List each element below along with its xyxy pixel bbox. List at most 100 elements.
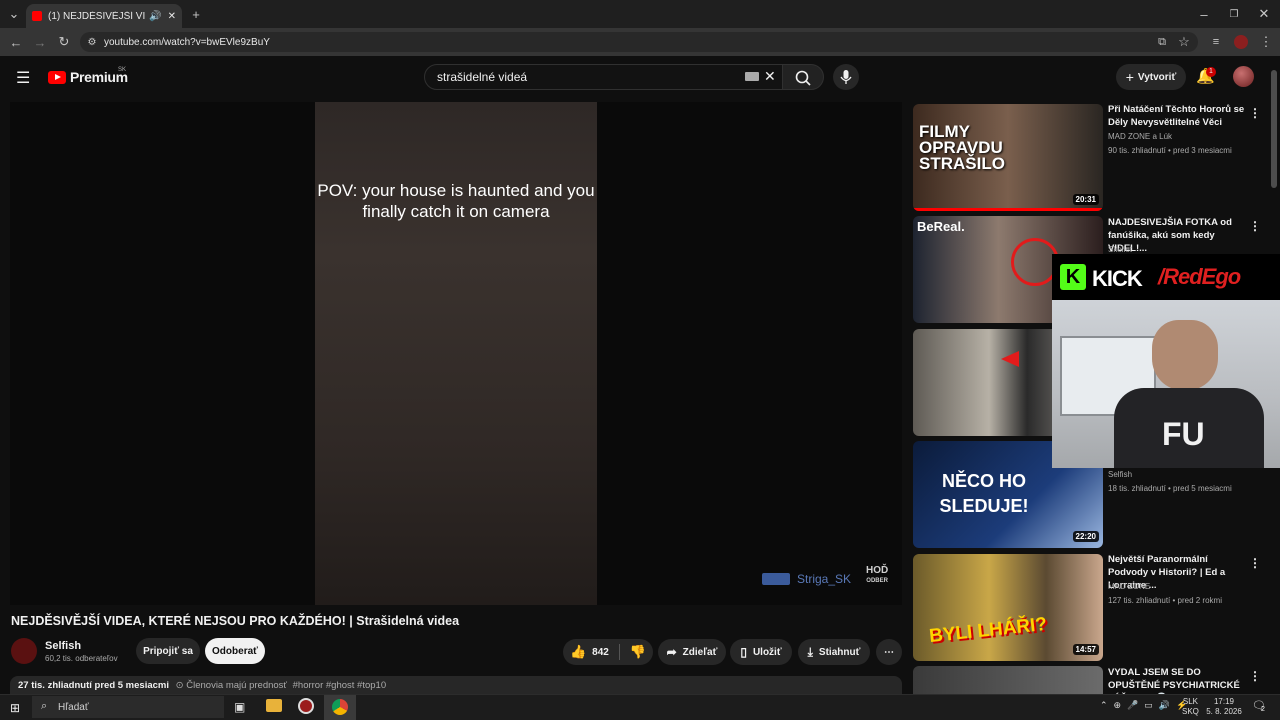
chrome-icon: [332, 699, 348, 715]
description-box[interactable]: 27 tis. zhliadnutí pred 5 mesiacmi ⊙ Čle…: [10, 676, 902, 696]
search-button[interactable]: [782, 64, 824, 90]
tab-title: (1) NEJDĚSIVĚJŠÍ VIDEA, KTE: [48, 10, 146, 22]
taskbar-search-placeholder: Hľadať: [58, 701, 89, 713]
media-control-icon[interactable]: ≡: [1206, 32, 1226, 52]
create-label: Vytvoriť: [1137, 71, 1177, 83]
rec-channel[interactable]: MAD ZONE: [1108, 582, 1150, 591]
rec-duration: 14:57: [1072, 644, 1099, 655]
shirt-text: FU: [1162, 416, 1205, 452]
rec-thumb-text: NĚCO HO SLEDUJE!: [939, 471, 1029, 516]
url-field[interactable]: youtube.com/watch?v=bwEVle9zBuY: [80, 32, 1198, 52]
rec-channel[interactable]: Skellet: [1108, 245, 1132, 254]
rec-channel[interactable]: MAD ZONE a Lúk: [1108, 132, 1172, 141]
app-icon[interactable]: [298, 698, 314, 714]
more-actions-button[interactable]: ⋯: [876, 639, 902, 665]
forward-arrow-icon[interactable]: →: [30, 32, 50, 52]
new-tab-button[interactable]: +: [186, 4, 206, 24]
restore-button[interactable]: ❐: [1224, 4, 1244, 24]
create-button[interactable]: + Vytvoriť: [1116, 64, 1186, 90]
members-first-label: Členovia majú prednosť: [186, 680, 287, 691]
taskbar-search-input[interactable]: Hľadať: [32, 696, 224, 718]
clock-date: 5. 8. 2026: [1206, 707, 1242, 716]
back-arrow-icon[interactable]: ←: [6, 32, 26, 52]
system-tray-icons[interactable]: ⌃⊕🎤▭🔊⚡: [1100, 700, 1193, 711]
browser-tab[interactable]: (1) NEJDĚSIVĚJŠÍ VIDEA, KTE 🔊 ✕: [26, 4, 182, 28]
site-info-icon[interactable]: ⚙: [82, 32, 102, 52]
thumbs-down-icon[interactable]: 👎: [630, 644, 646, 660]
rec-thumbnail[interactable]: BYLI LHÁŘI? 14:57: [913, 554, 1103, 661]
kick-logo-icon: K: [1060, 264, 1086, 290]
rec-channel[interactable]: Selfish: [1108, 470, 1132, 479]
tab-search-chevron-icon[interactable]: ⌄: [4, 4, 24, 24]
subscribe-watermark: HOĎ ODBER: [866, 566, 888, 586]
rec-thumbnail[interactable]: FILMY OPRAVDU STRAŠILO 20:31: [913, 104, 1103, 211]
rec-thumbnail[interactable]: [913, 666, 1103, 694]
tab-close-icon[interactable]: ✕: [168, 11, 176, 22]
lang-line-1: SLK: [1182, 697, 1199, 706]
save-label: Uložiť: [752, 646, 782, 658]
channel-name[interactable]: Selfish: [45, 640, 81, 652]
description-tags[interactable]: #horror #ghost #top10: [293, 680, 386, 691]
like-button[interactable]: 👍 842: [570, 644, 609, 660]
chrome-taskbar-button[interactable]: [324, 695, 356, 720]
channel-avatar[interactable]: [11, 638, 37, 664]
rec-more-icon[interactable]: ⋮: [1249, 556, 1261, 570]
logo-region: SK: [118, 67, 127, 73]
bookmark-star-icon[interactable]: ☆: [1174, 32, 1194, 52]
video-watermark: Striga_SK: [797, 572, 852, 586]
share-arrow-icon: ➦: [666, 645, 677, 659]
watch-progress-bar: [913, 208, 1103, 211]
join-button[interactable]: Pripojiť sa: [136, 638, 200, 664]
hod-line-1: HOĎ: [866, 565, 889, 576]
person-shirt: FU: [1114, 388, 1264, 468]
notification-badge: 1: [1206, 67, 1216, 77]
rec-more-icon[interactable]: ⋮: [1249, 669, 1261, 683]
window-close-button[interactable]: ✕: [1254, 4, 1274, 24]
speaker-icon: 🔊: [149, 10, 162, 22]
account-avatar[interactable]: [1233, 66, 1254, 87]
youtube-play-icon: [48, 70, 66, 84]
save-button[interactable]: ▯ Uložiť: [730, 639, 792, 665]
rec-more-icon[interactable]: ⋮: [1249, 106, 1261, 120]
search-icon: [795, 70, 811, 86]
members-first-icon: ⊙: [175, 680, 184, 691]
rec-meta: 18 tis. zhliadnutí • pred 5 mesiacmi: [1108, 484, 1232, 493]
youtube-favicon-icon: [32, 11, 42, 21]
install-app-icon[interactable]: ⧉: [1152, 32, 1172, 52]
share-button[interactable]: ➦ Zdieľať: [658, 639, 726, 665]
download-button[interactable]: ⤓ Stiahnuť: [798, 639, 870, 665]
like-divider: [618, 644, 620, 660]
kick-user: /RedEgo: [1158, 264, 1241, 289]
youtube-logo[interactable]: Premium: [48, 69, 128, 85]
subscribe-button[interactable]: Odoberať: [205, 638, 265, 664]
clock-time: 17:19: [1213, 697, 1235, 706]
rec-title[interactable]: Při Natáčení Těchto Hororů se Děly Nevys…: [1108, 103, 1248, 129]
person-head: [1152, 320, 1218, 390]
taskbar-search-icon: ⌕: [41, 700, 48, 712]
rec-duration: 22:20: [1072, 531, 1099, 542]
task-view-icon[interactable]: ▣: [234, 700, 245, 714]
keyboard-icon[interactable]: [745, 72, 759, 81]
plus-icon: +: [1125, 69, 1134, 85]
kick-label: KICK: [1092, 266, 1143, 291]
hamburger-menu-icon[interactable]: ☰: [16, 68, 30, 88]
clear-search-icon[interactable]: ✕: [764, 68, 776, 85]
rec-thumb-text: BeReal.: [917, 219, 965, 234]
profile-avatar[interactable]: [1234, 35, 1248, 49]
video-frame: [315, 102, 597, 605]
input-language[interactable]: SLK SKQ: [1182, 697, 1199, 717]
page-scrollbar-thumb[interactable]: [1271, 70, 1277, 188]
channel-subscribers: 60,2 tis. odberateľov: [45, 654, 118, 663]
file-explorer-icon[interactable]: [266, 699, 282, 712]
minimize-button[interactable]: –: [1194, 4, 1214, 24]
rec-thumb-text: FILMY OPRAVDU STRAŠILO: [919, 122, 1005, 173]
clock[interactable]: 17:19 5. 8. 2026: [1204, 697, 1244, 717]
reload-icon[interactable]: ↻: [54, 32, 74, 52]
browser-menu-icon[interactable]: ⋮: [1256, 32, 1276, 52]
rec-more-icon[interactable]: ⋮: [1249, 219, 1261, 233]
voice-search-button[interactable]: [833, 64, 859, 90]
search-input[interactable]: strašidelné videá: [424, 64, 788, 90]
windows-start-icon[interactable]: ⊞: [10, 701, 20, 715]
bookmark-icon: ▯: [740, 645, 747, 659]
rec-meta: 90 tis. zhliadnutí • pred 3 mesiacmi: [1108, 146, 1232, 155]
